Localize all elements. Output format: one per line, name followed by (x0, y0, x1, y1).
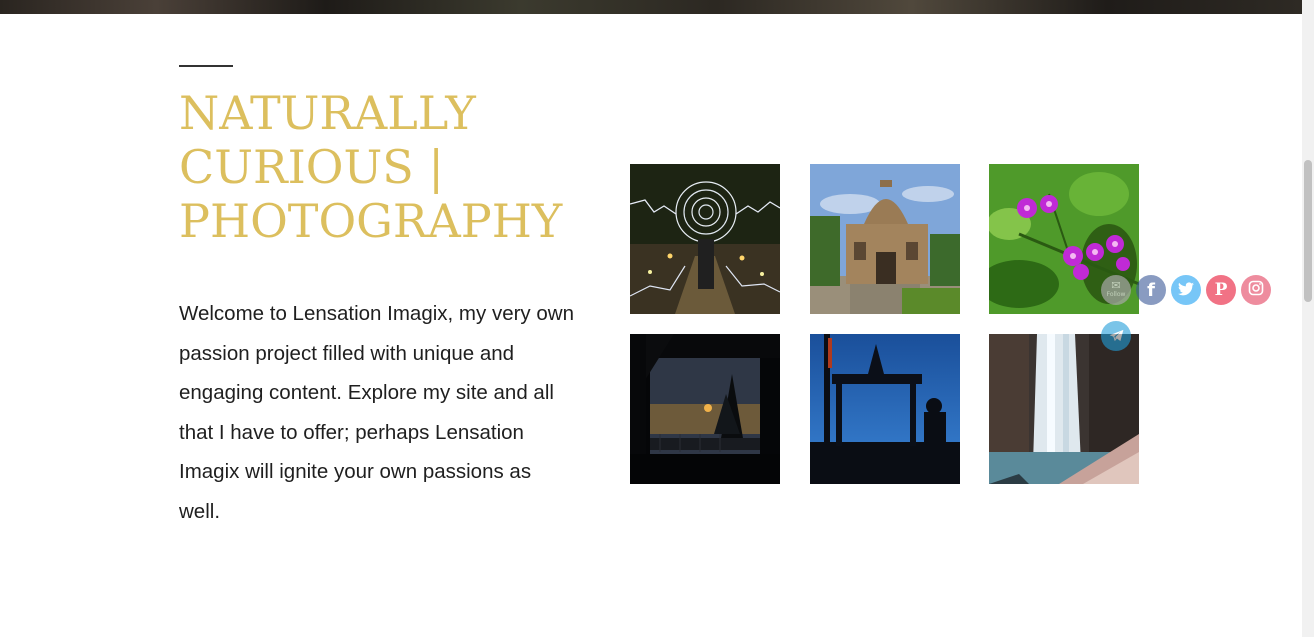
scrollbar[interactable] (1302, 0, 1314, 637)
temple-silhouette-photo (810, 334, 960, 484)
title-divider (179, 65, 233, 67)
facebook-icon: f (1147, 279, 1155, 301)
gallery-item-light-painting[interactable] (630, 164, 780, 314)
scrollbar-thumb[interactable] (1304, 160, 1312, 302)
facebook-button[interactable]: f (1136, 275, 1166, 305)
twitter-button[interactable] (1171, 275, 1201, 305)
title-line-3: PHOTOGRAPHY (179, 194, 563, 248)
instagram-button[interactable] (1241, 275, 1271, 305)
twitter-icon (1178, 281, 1194, 300)
email-follow-button[interactable]: ✉ Follow (1101, 275, 1131, 305)
instagram-icon (1248, 280, 1264, 300)
page-title: NATURALLY CURIOUS | PHOTOGRAPHY (179, 86, 609, 248)
email-follow-icon: ✉ (1111, 279, 1121, 292)
gallery-item-waterfall[interactable] (989, 334, 1139, 484)
light-painting-photo (630, 164, 780, 314)
title-line-2: CURIOUS | (179, 140, 444, 194)
photo-gallery (630, 164, 1140, 484)
gallery-item-monument[interactable] (810, 164, 960, 314)
intro-paragraph: Welcome to Lensation Imagix, my very own… (179, 302, 574, 523)
waterfall-photo (989, 334, 1139, 484)
follow-label: Follow (1106, 291, 1126, 298)
gallery-item-temple[interactable] (810, 334, 960, 484)
telegram-icon (1109, 327, 1124, 346)
pinterest-icon: P (1214, 280, 1228, 300)
gallery-item-sunset[interactable] (630, 334, 780, 484)
pinterest-button[interactable]: P (1206, 275, 1236, 305)
header-banner-image (0, 0, 1302, 14)
telegram-button[interactable] (1101, 321, 1131, 351)
title-line-1: NATURALLY (179, 86, 476, 140)
sunset-silhouette-photo (630, 334, 780, 484)
tomb-monument-photo (810, 164, 960, 314)
